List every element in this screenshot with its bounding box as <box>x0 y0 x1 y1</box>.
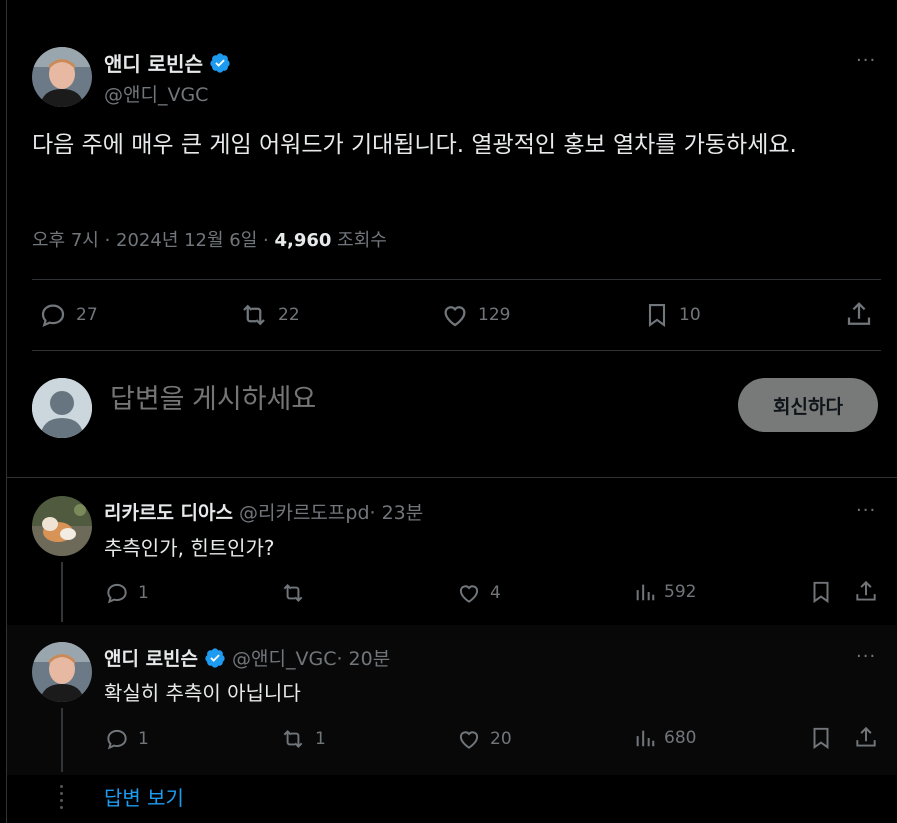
reply-submit-button[interactable]: 회신하다 <box>738 378 878 432</box>
reply-time[interactable]: · 23분 <box>370 498 424 525</box>
bookmark-count: 10 <box>679 305 701 325</box>
view-count: 592 <box>664 582 697 602</box>
retweet-action[interactable]: 22 <box>238 300 300 330</box>
reply-count: 1 <box>138 729 149 749</box>
user-avatar[interactable] <box>32 378 92 438</box>
retweet-count: 1 <box>315 729 326 749</box>
bookmark-action[interactable] <box>808 724 834 752</box>
reply-count: 27 <box>76 305 98 325</box>
reply-input[interactable] <box>108 383 466 416</box>
bookmark-action[interactable]: 10 <box>643 300 701 330</box>
analytics-icon <box>636 730 655 747</box>
reply-action[interactable]: 27 <box>38 300 98 330</box>
reply-author-avatar[interactable] <box>32 642 92 702</box>
like-action[interactable]: 20 <box>456 726 512 752</box>
reply-author-handle[interactable]: @앤디_VGC <box>232 644 336 671</box>
bookmark-icon <box>648 304 666 327</box>
reply-action[interactable]: 1 <box>104 726 149 752</box>
heart-icon <box>459 731 479 749</box>
bookmark-icon <box>813 727 829 750</box>
divider <box>32 350 881 351</box>
view-count: 4,960 <box>274 230 332 251</box>
tweet-timestamp[interactable]: 오후 7시 · 2024년 12월 6일 · <box>32 230 274 251</box>
analytics-icon <box>636 584 655 601</box>
like-count: 4 <box>490 583 501 603</box>
verified-badge-icon <box>205 647 225 668</box>
tweet-meta: 오후 7시 · 2024년 12월 6일 · 4,960 조회수 <box>32 226 387 252</box>
reply-header: 앤디 로빈슨 @앤디_VGC · 20분 <box>104 644 390 671</box>
divider <box>32 279 881 280</box>
retweet-count: 22 <box>278 305 300 325</box>
verified-badge-icon <box>210 52 230 73</box>
reply-header: 리카르도 디아스 @리카르도프pd · 23분 <box>104 498 423 525</box>
thread-dots-icon <box>60 785 63 813</box>
author-name[interactable]: 앤디 로빈슨 <box>104 48 203 77</box>
reply-icon <box>41 304 65 327</box>
reply-action[interactable]: 1 <box>104 580 149 606</box>
share-icon <box>856 580 876 601</box>
reply-icon <box>107 729 127 750</box>
reply-author-name[interactable]: 앤디 로빈슨 <box>104 644 198 671</box>
reply-count: 1 <box>138 583 149 603</box>
views-action[interactable]: 592 <box>634 580 696 604</box>
like-count: 20 <box>490 729 512 749</box>
like-action[interactable]: 129 <box>440 300 510 330</box>
reply-author-avatar[interactable] <box>32 496 92 556</box>
retweet-action[interactable] <box>279 580 315 606</box>
tweet-text: 다음 주에 매우 큰 게임 어워드가 기대됩니다. 열광적인 홍보 열차를 가동… <box>32 132 797 158</box>
reply-text: 추측인가, 힌트인가? <box>104 536 275 560</box>
author-avatar[interactable] <box>32 47 92 107</box>
retweet-icon <box>283 730 303 748</box>
view-count: 680 <box>664 728 697 748</box>
share-icon <box>847 302 871 325</box>
bookmark-action[interactable] <box>808 578 834 606</box>
reply-author-handle[interactable]: @리카르도프pd <box>239 498 370 525</box>
reply-icon <box>107 583 127 604</box>
reply-author-name[interactable]: 리카르도 디아스 <box>104 498 233 525</box>
views-action[interactable]: 680 <box>634 726 696 750</box>
retweet-icon <box>283 584 303 602</box>
share-icon <box>856 726 876 747</box>
share-action[interactable] <box>853 578 879 606</box>
like-action[interactable]: 4 <box>456 580 501 606</box>
divider <box>7 477 897 478</box>
heart-icon <box>459 585 479 603</box>
show-replies-link[interactable]: 답변 보기 <box>104 782 184 811</box>
retweet-icon <box>243 304 265 326</box>
reply-text: 확실히 추측이 아닙니다 <box>104 681 301 705</box>
thread-line <box>61 562 63 622</box>
author-handle[interactable]: @앤디_VGC <box>104 80 208 107</box>
author-name-row: 앤디 로빈슨 <box>104 48 231 77</box>
bookmark-icon <box>813 581 829 604</box>
more-options-icon[interactable]: ··· <box>856 646 876 667</box>
share-action[interactable] <box>844 300 874 330</box>
retweet-action[interactable]: 1 <box>279 726 326 752</box>
share-action[interactable] <box>853 724 879 752</box>
like-count: 129 <box>478 305 511 325</box>
thread-line <box>61 708 63 772</box>
view-count-label: 조회수 <box>331 230 387 251</box>
reply-time[interactable]: · 20분 <box>336 644 390 671</box>
more-options-icon[interactable]: ··· <box>856 500 876 521</box>
heart-icon <box>444 306 466 327</box>
more-options-icon[interactable]: ··· <box>856 50 876 71</box>
